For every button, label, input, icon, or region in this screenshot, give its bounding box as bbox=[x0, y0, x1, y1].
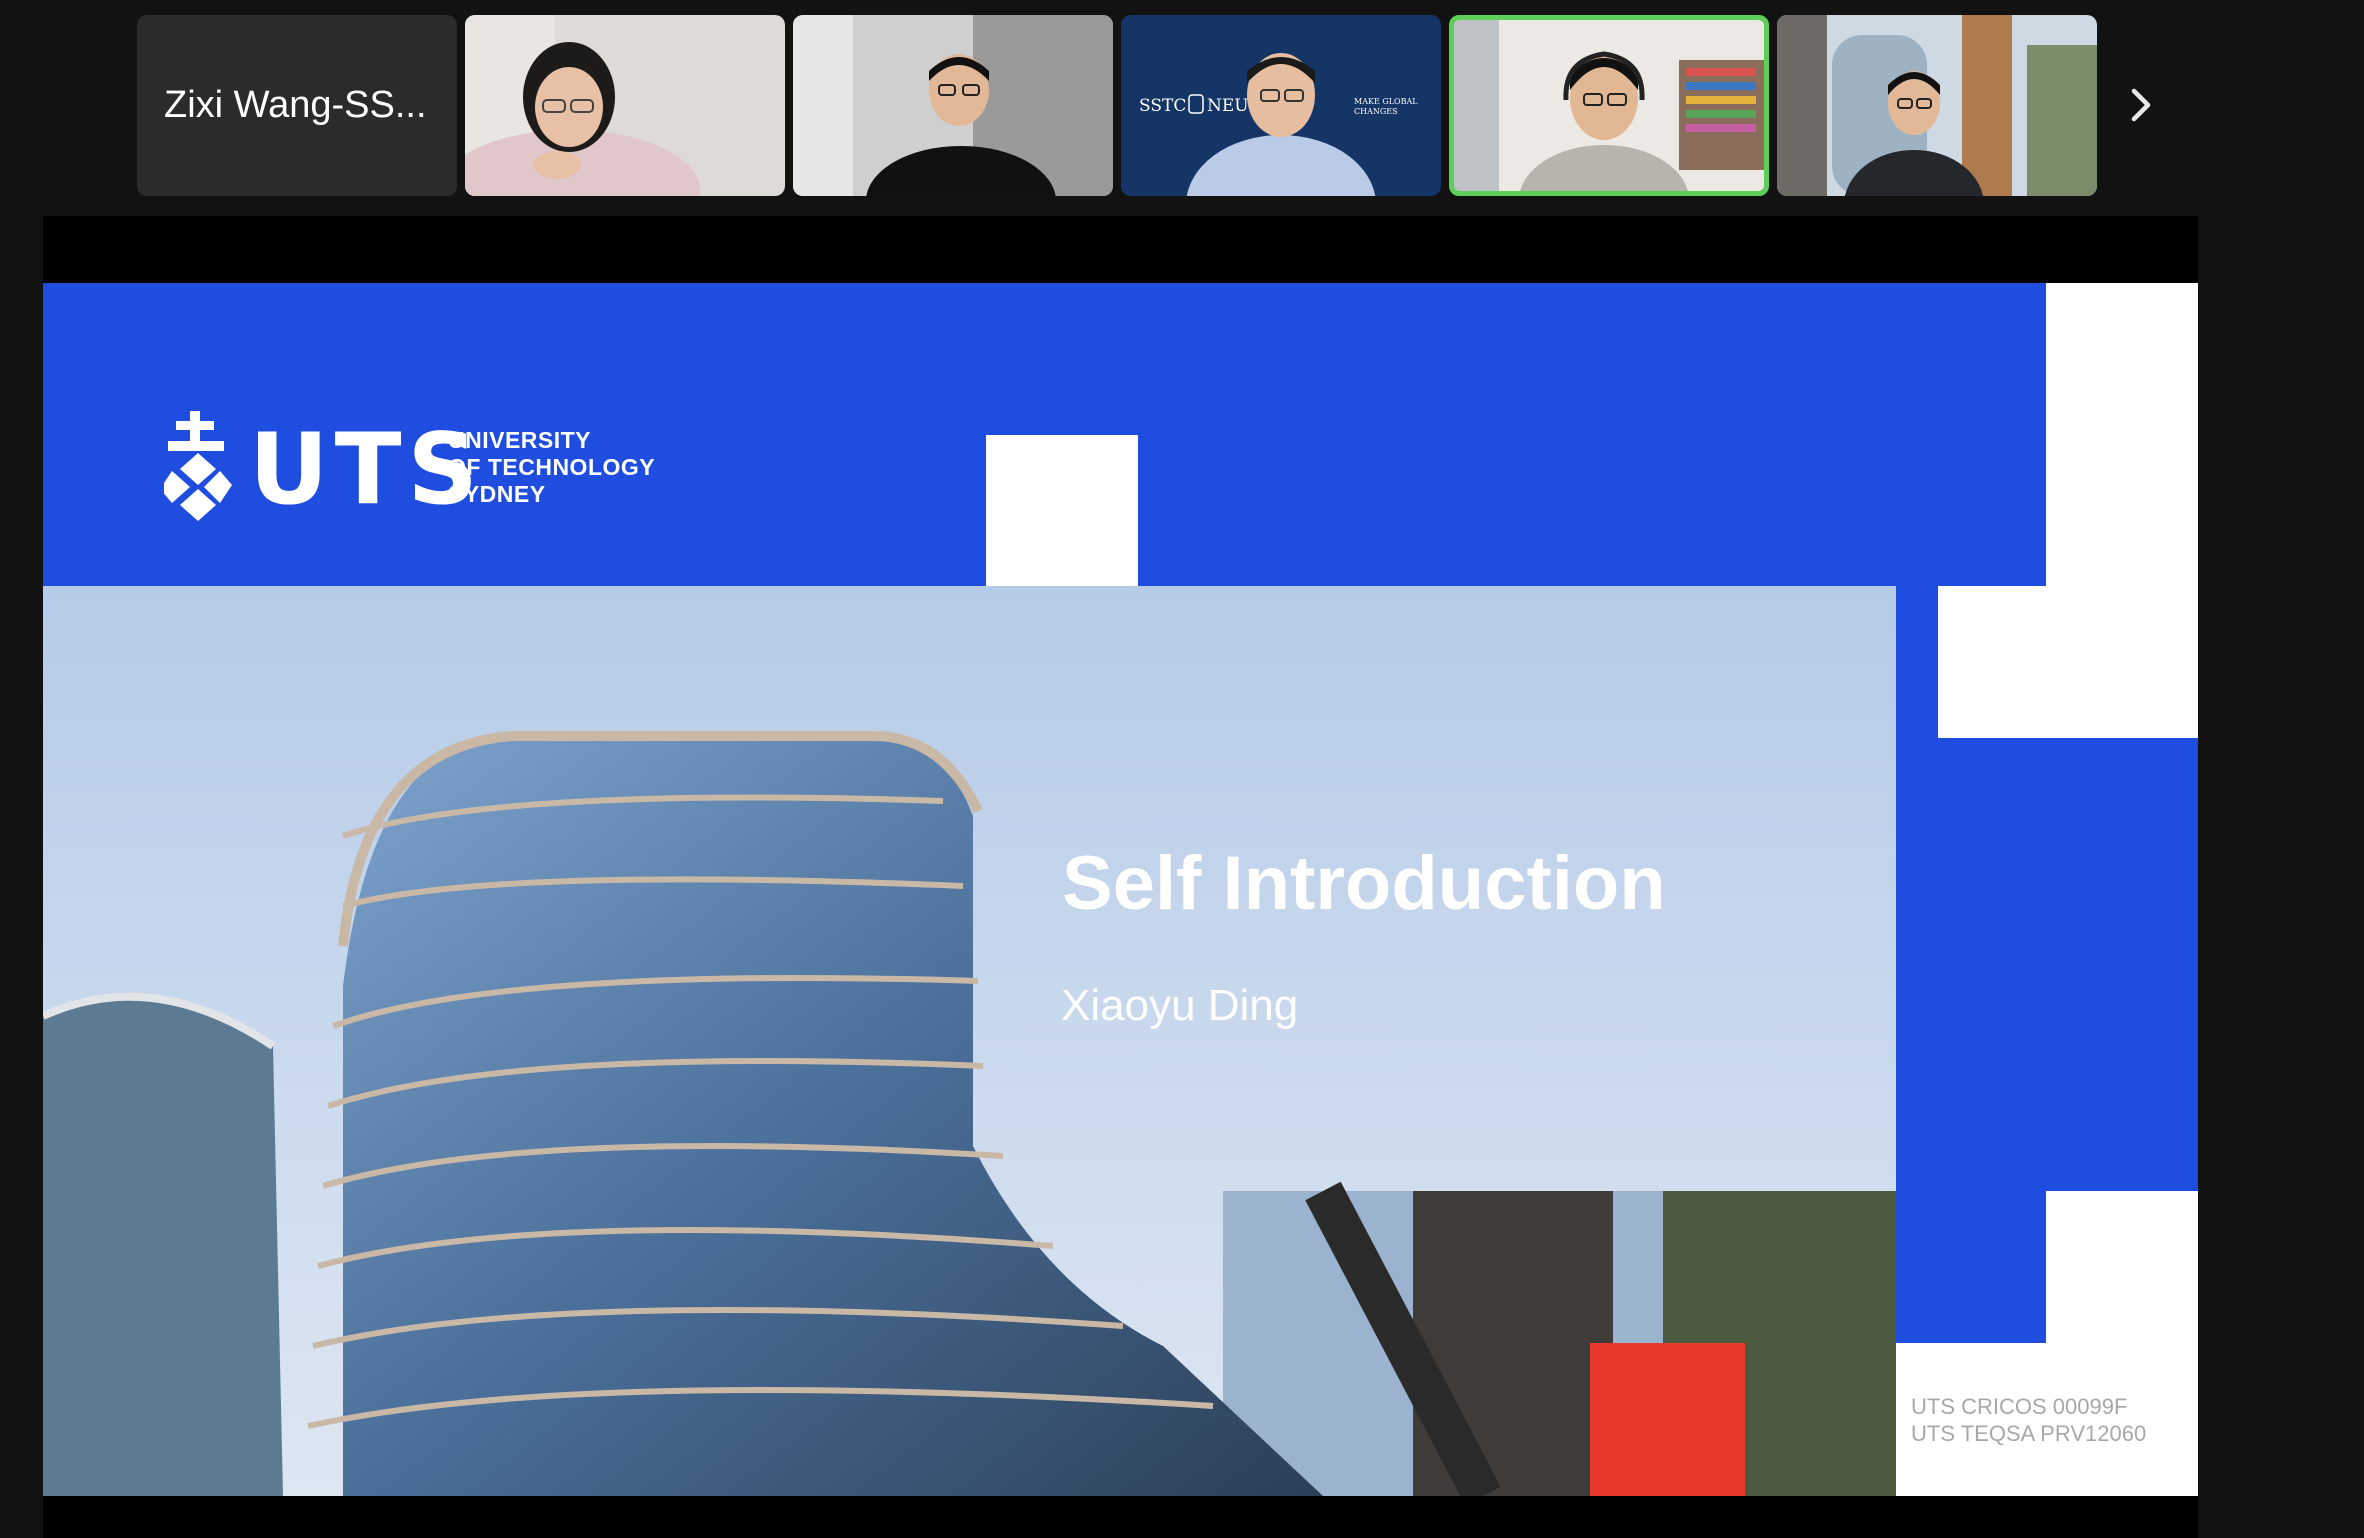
slide-title: Self Introduction bbox=[1062, 841, 1666, 926]
participant-strip: Zixi Wang-SS... SSTC NEU MAKE GLOBAL CHA… bbox=[0, 0, 2364, 212]
participant-video bbox=[793, 15, 1113, 196]
slide-red-accent-block bbox=[1590, 1343, 1745, 1496]
participant-tile-zixi-wang[interactable]: Zixi Wang-SS... bbox=[137, 15, 457, 196]
virtual-background-text: NEU bbox=[1207, 96, 1249, 116]
participant-name: Zixi Wang-SS... bbox=[164, 84, 427, 126]
presentation-slide: UTS UNIVERSITY OF TECHNOLOGY SYDNEY Self… bbox=[43, 283, 2198, 1496]
virtual-background-text: SSTC bbox=[1139, 96, 1186, 116]
participant-video bbox=[465, 15, 785, 196]
shared-screen: UTS UNIVERSITY OF TECHNOLOGY SYDNEY Self… bbox=[43, 216, 2198, 1538]
logo-line: OF TECHNOLOGY bbox=[448, 454, 656, 480]
cricos-code: UTS CRICOS 00099F bbox=[1911, 1394, 2128, 1419]
presenter-name: Xiaoyu Ding bbox=[1061, 981, 1299, 1030]
participant-video bbox=[1777, 15, 2097, 196]
participant-video-tile-active-speaker[interactable] bbox=[1449, 15, 1769, 196]
logo-line: SYDNEY bbox=[448, 481, 546, 507]
participant-video-tile[interactable]: SSTC NEU MAKE GLOBAL CHANGES bbox=[1121, 15, 1441, 196]
chevron-right-icon bbox=[2131, 88, 2151, 122]
slide-blue-block bbox=[1896, 1191, 2046, 1343]
uts-emblem-icon bbox=[164, 411, 232, 521]
participant-video-tile[interactable] bbox=[1777, 15, 2097, 196]
next-participants-button[interactable] bbox=[2116, 75, 2166, 135]
slide-blue-block bbox=[1138, 435, 2046, 586]
teqsa-code: UTS TEQSA PRV12060 bbox=[1911, 1421, 2147, 1446]
uts-logo-text: UNIVERSITY OF TECHNOLOGY SYDNEY bbox=[448, 427, 655, 508]
virtual-background-text: CHANGES bbox=[1354, 107, 1398, 116]
participant-video-tile[interactable] bbox=[465, 15, 785, 196]
participant-video bbox=[1454, 20, 1764, 191]
slide-blue-block bbox=[986, 283, 2046, 435]
virtual-background-text: MAKE GLOBAL bbox=[1354, 97, 1418, 106]
logo-line: UNIVERSITY bbox=[448, 427, 592, 453]
slide-legal-text: UTS CRICOS 00099F UTS TEQSA PRV12060 bbox=[1911, 1393, 2146, 1447]
uts-logo: UTS UNIVERSITY OF TECHNOLOGY SYDNEY bbox=[164, 411, 684, 531]
participant-video: SSTC NEU MAKE GLOBAL CHANGES bbox=[1121, 15, 1441, 196]
participant-video-tile[interactable] bbox=[793, 15, 1113, 196]
